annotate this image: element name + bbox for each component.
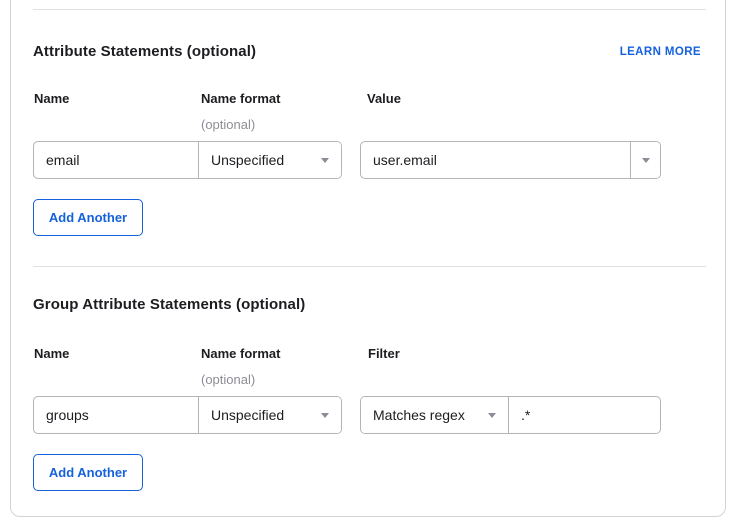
column-header-filter: Filter — [368, 347, 400, 361]
column-header-name: Name — [34, 92, 69, 106]
attribute-name-format-select[interactable]: Unspecified — [199, 142, 341, 178]
group-name-format-select[interactable]: Unspecified — [199, 397, 341, 433]
attribute-statements-title: Attribute Statements (optional) — [33, 44, 256, 60]
divider — [33, 266, 706, 267]
add-another-group-attribute-button[interactable]: Add Another — [33, 454, 143, 491]
group-name-format-group: Unspecified — [33, 396, 342, 434]
chevron-down-icon — [642, 158, 650, 163]
group-attribute-name-input[interactable] — [34, 397, 199, 433]
page-viewport: Attribute Statements (optional) LEARN MO… — [0, 0, 737, 530]
group-name-format-value: Unspecified — [211, 407, 313, 423]
attribute-name-input[interactable] — [34, 142, 199, 178]
chevron-down-icon — [321, 158, 329, 163]
attribute-name-format-group: Unspecified — [33, 141, 342, 179]
attribute-value-expression-dropdown-button[interactable] — [630, 142, 660, 178]
chevron-down-icon — [321, 413, 329, 418]
divider — [33, 9, 706, 10]
group-filter-type-select[interactable]: Matches regex — [361, 397, 509, 433]
group-attribute-statements-title: Group Attribute Statements (optional) — [33, 297, 305, 313]
column-header-optional-note: (optional) — [201, 373, 255, 387]
chevron-down-icon — [488, 413, 496, 418]
group-filter-value-input[interactable] — [509, 397, 660, 433]
group-filter-type-value: Matches regex — [373, 407, 480, 423]
learn-more-link[interactable]: LEARN MORE — [620, 46, 701, 58]
add-another-attribute-button[interactable]: Add Another — [33, 199, 143, 236]
attribute-value-input[interactable] — [361, 142, 630, 178]
attribute-name-format-value: Unspecified — [211, 152, 313, 168]
saml-settings-card: Attribute Statements (optional) LEARN MO… — [10, 0, 726, 517]
column-header-name-format: Name format — [201, 92, 280, 106]
column-header-name-format: Name format — [201, 347, 280, 361]
column-header-optional-note: (optional) — [201, 118, 255, 132]
column-header-value: Value — [367, 92, 401, 106]
group-filter-group: Matches regex — [360, 396, 661, 434]
attribute-value-group — [360, 141, 661, 179]
column-header-name: Name — [34, 347, 69, 361]
